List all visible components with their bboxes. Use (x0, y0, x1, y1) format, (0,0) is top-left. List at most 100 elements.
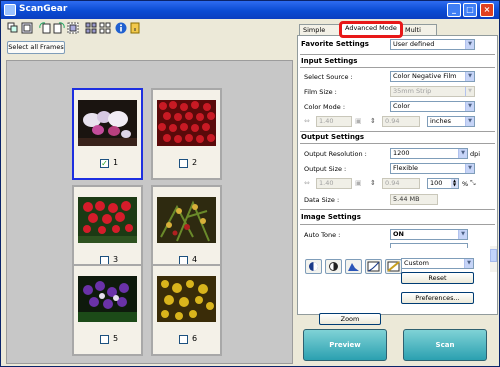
chevron-down-icon: ▼ (465, 102, 474, 111)
crop-icon[interactable] (67, 22, 79, 34)
scangear-window: ScanGear _ □ × Select all Frames ✓ 1 2 3… (0, 0, 500, 367)
chevron-down-icon: ▼ (465, 40, 474, 49)
zoom-button[interactable]: Zoom (319, 313, 381, 325)
frame-photo-2 (157, 100, 216, 146)
color-mode-dropdown[interactable]: Color ▼ (390, 101, 475, 112)
unit-value: inches (430, 117, 452, 125)
height-icon: ⇕ (370, 179, 376, 187)
chevron-down-icon: ▼ (464, 259, 473, 268)
percent-unit: % (462, 180, 469, 188)
preset-dropdown[interactable]: Custom ▼ (401, 258, 474, 269)
stepper-icon[interactable]: ▲ ▼ (451, 179, 458, 188)
multi-crop-alt-icon[interactable] (99, 22, 111, 34)
input-height-field: 0.94 (382, 116, 420, 127)
frame-number-1: 1 (113, 158, 119, 167)
select-source-value: Color Negative Film (393, 72, 457, 80)
frame-6[interactable]: 6 (151, 264, 222, 356)
info-icon[interactable] (115, 22, 127, 34)
reset-button[interactable]: Reset (401, 272, 474, 284)
frame-2[interactable]: 2 (151, 88, 222, 180)
frame-checkbox-5[interactable] (100, 335, 109, 344)
output-height-field: 0.94 (382, 178, 420, 189)
auto-tone-value: ON (393, 230, 404, 238)
thumbnail-icon[interactable] (7, 22, 19, 34)
next-setting-dropdown[interactable] (390, 243, 468, 248)
frame-number-3: 3 (113, 255, 119, 264)
frame-photo-4 (157, 197, 216, 243)
brightness-contrast-icon[interactable] (305, 259, 322, 274)
unit-dropdown[interactable]: inches ▼ (427, 116, 475, 127)
multi-crop-icon[interactable] (85, 22, 97, 34)
app-icon (4, 4, 16, 16)
tone-curve-icon[interactable] (365, 259, 382, 274)
frame-photo-6 (157, 276, 216, 322)
output-size-dropdown[interactable]: Flexible ▼ (390, 163, 475, 174)
scan-button[interactable]: Scan (403, 329, 487, 361)
output-height-value: 0.94 (385, 179, 400, 187)
auto-tone-dropdown[interactable]: ON ▼ (390, 229, 468, 240)
height-icon: ⇕ (370, 117, 376, 125)
frame-number-6: 6 (192, 334, 198, 343)
chevron-down-icon: ▼ (458, 230, 467, 239)
output-width-value: 1.40 (319, 179, 334, 187)
image-settings-title: Image Settings (301, 213, 361, 221)
scrollbar-thumb[interactable] (490, 249, 497, 262)
divider (300, 54, 495, 55)
select-all-frames-button[interactable]: Select all Frames (7, 41, 65, 54)
aspect-lock-icon: ▣ (355, 117, 362, 125)
output-resolution-dropdown[interactable]: 1200 ▼ (390, 148, 468, 159)
auto-tone-label: Auto Tone : (304, 231, 341, 239)
zoom-icon[interactable] (21, 22, 33, 34)
favorite-settings-label: Favorite Settings (301, 40, 369, 48)
image-settings-scrollbar[interactable] (490, 246, 497, 272)
maximize-button[interactable]: □ (463, 3, 477, 17)
preview-pane: Select all Frames ✓ 1 2 3 4 5 6 (3, 20, 295, 366)
frame-photo-3 (78, 197, 137, 243)
final-review-icon[interactable] (385, 259, 402, 274)
favorite-settings-dropdown[interactable]: User defined ▼ (390, 39, 475, 50)
data-size-value: 5.44 MB (393, 195, 420, 203)
width-icon: ⇔ (304, 117, 310, 125)
close-button[interactable]: × (480, 3, 494, 17)
preferences-button[interactable]: Preferences... (401, 292, 474, 304)
chevron-down-icon: ▼ (465, 87, 474, 96)
rotate-left-icon[interactable] (39, 22, 51, 34)
saturation-icon[interactable] (325, 259, 342, 274)
width-icon: ⇔ (304, 179, 310, 187)
window-title: ScanGear (19, 4, 68, 14)
tab-highlight-marker (339, 21, 403, 38)
swap-orientation-icon[interactable]: ⤡ (470, 179, 478, 187)
frame-number-4: 4 (192, 255, 198, 264)
title-bar: ScanGear _ □ × (1, 1, 499, 19)
frame-number-5: 5 (113, 334, 119, 343)
mode-tabs: Simple Mode Advanced Mode Multi Scan (297, 21, 498, 44)
select-source-dropdown[interactable]: Color Negative Film ▼ (390, 71, 475, 82)
output-size-value: Flexible (393, 164, 419, 172)
frame-checkbox-2[interactable] (179, 159, 188, 168)
input-width-field: 1.40 (316, 116, 352, 127)
frame-1[interactable]: ✓ 1 (72, 88, 143, 180)
frame-photo-5 (78, 276, 137, 322)
divider (300, 209, 495, 210)
input-width-value: 1.40 (319, 117, 334, 125)
data-size-field: 5.44 MB (390, 194, 438, 205)
preview-button[interactable]: Preview (303, 329, 387, 361)
frame-checkbox-6[interactable] (179, 335, 188, 344)
scale-field[interactable]: 100 ▲ ▼ (427, 178, 459, 189)
frame-checkbox-1[interactable]: ✓ (100, 159, 109, 168)
color-mode-label: Color Mode : (304, 103, 346, 111)
chevron-down-icon: ▼ (465, 164, 474, 173)
output-resolution-label: Output Resolution : (304, 150, 367, 158)
frame-5[interactable]: 5 (72, 264, 143, 356)
rotate-right-icon[interactable] (53, 22, 65, 34)
thumbnail-area: ✓ 1 2 3 4 5 6 (6, 60, 293, 364)
minimize-button[interactable]: _ (447, 3, 461, 17)
chevron-down-icon: ▼ (465, 117, 474, 126)
histogram-icon[interactable] (345, 259, 362, 274)
output-resolution-value: 1200 (393, 149, 410, 157)
film-size-value: 35mm Strip (393, 87, 432, 95)
favorite-settings-value: User defined (393, 40, 435, 48)
help-icon[interactable] (129, 22, 141, 34)
input-settings-title: Input Settings (301, 57, 358, 65)
settings-pane: Simple Mode Advanced Mode Multi Scan Fav… (297, 20, 498, 366)
